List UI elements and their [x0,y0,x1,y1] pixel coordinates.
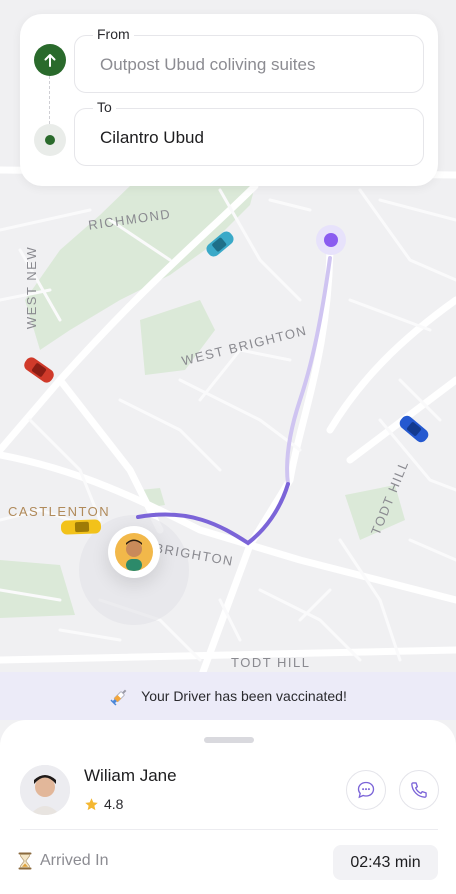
star-icon [85,797,98,810]
syringe-icon [110,689,127,706]
banner-text: Your Driver has been vaccinated! [141,688,347,704]
chat-icon [357,781,375,799]
rating-value: 4.8 [104,796,124,812]
hourglass-icon [18,852,32,870]
chat-button[interactable] [346,770,386,810]
vaccinated-banner: Your Driver has been vaccinated! [0,672,456,720]
destination-marker [316,225,346,255]
eta-badge: 02:43 min [333,845,438,880]
driver-rating: 4.8 [84,796,123,812]
map-label-castlenton: CASTLENTON [8,504,111,519]
to-field[interactable]: To Cilantro Ubud [74,99,424,166]
driver-name: Wiliam Jane [84,766,177,785]
route-connector [49,76,50,124]
driver-avatar [20,765,70,815]
from-label: From [93,26,134,42]
driver-avatar-small [115,533,153,571]
map-label-west-new: WEST NEW [24,245,40,330]
driver-location-marker[interactable] [108,526,160,578]
sheet-drag-handle[interactable] [204,737,254,743]
destination-dot-icon [34,124,66,156]
map-label-todt-hill: TODT HILL [231,655,311,670]
from-value: Outpost Ubud coliving suites [100,55,316,74]
origin-arrow-icon [34,44,66,76]
arrived-label: Arrived In [40,852,109,869]
route-card: From Outpost Ubud coliving suites To Cil… [20,14,438,186]
to-label: To [93,99,116,115]
arrived-in-row: Arrived In [18,852,108,870]
phone-icon [411,782,427,798]
from-field[interactable]: From Outpost Ubud coliving suites [74,26,424,93]
sheet-divider [20,829,438,830]
driver-bottom-sheet[interactable]: Wiliam Jane 4.8 Arrived In 02:43 min [0,720,456,894]
call-button[interactable] [399,770,439,810]
car-red-icon [24,357,54,383]
to-value: Cilantro Ubud [100,128,204,147]
car-yellow-icon [60,519,102,535]
